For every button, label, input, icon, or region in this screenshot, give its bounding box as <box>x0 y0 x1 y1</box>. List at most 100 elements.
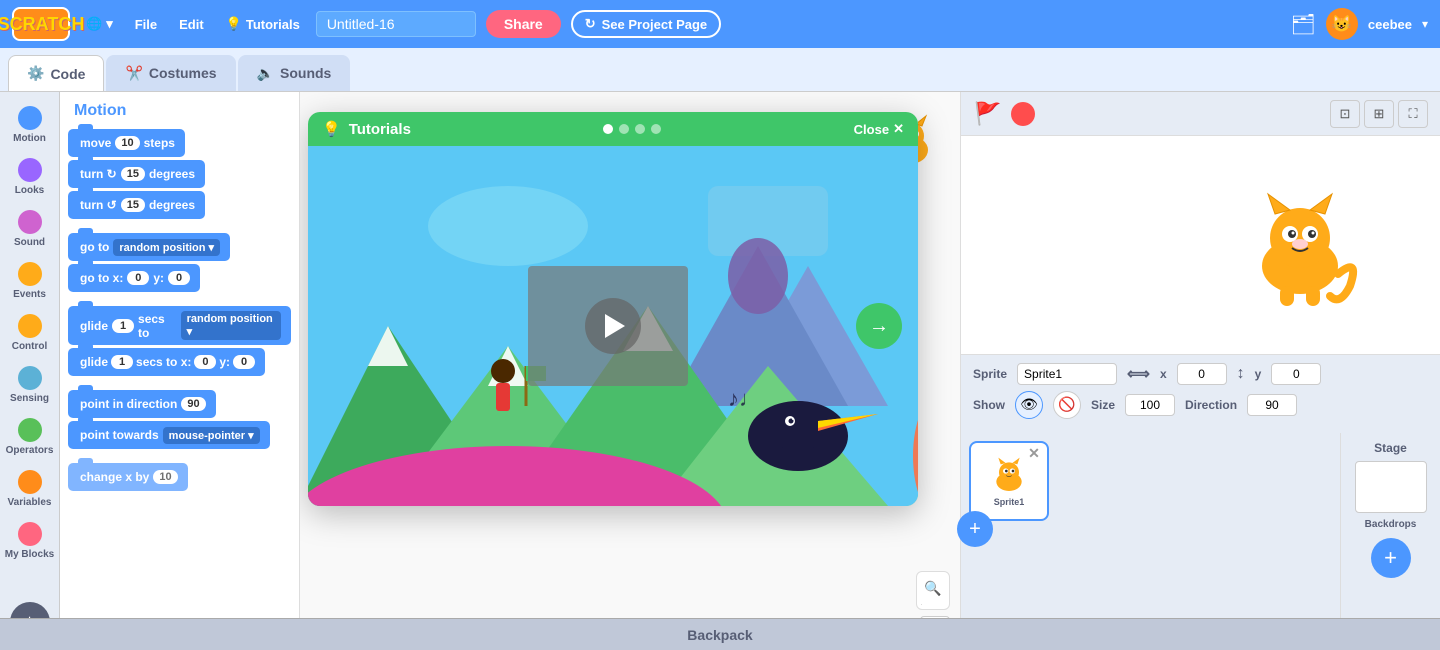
block-row-turn-ccw: turn ↺ 15 degrees <box>68 191 291 219</box>
block-row-glide-random: glide 1 secs to random position ▾ <box>68 306 291 345</box>
nav-right: 🗂 😺 ceebee ▾ <box>1290 8 1428 40</box>
tutorials-menu-button[interactable]: 💡 Tutorials <box>220 12 306 36</box>
blocks-panel-title: Motion <box>60 92 299 126</box>
globe-language-button[interactable]: 🌐 ▾ <box>80 12 119 36</box>
green-flag-button[interactable]: 🚩 <box>973 99 1003 129</box>
tab-sounds[interactable]: 🔈 Sounds <box>238 55 351 91</box>
tab-code[interactable]: ⚙️ Code <box>8 55 104 91</box>
fullscreen-button[interactable]: ⛶ <box>1398 100 1428 128</box>
backpack-bar[interactable]: Backpack <box>0 618 1440 650</box>
block-row-move: move 10 steps <box>68 129 291 157</box>
lightbulb-icon: 💡 <box>226 16 242 32</box>
costumes-tab-icon: ✂️ <box>125 65 142 82</box>
sprite-info-panel: Sprite ⟺ x ↕ y Show 👁 🚫 Size Direction <box>961 354 1440 433</box>
stage-toolbar: 🚩 ⊡ ⊞ ⛶ <box>961 92 1440 136</box>
next-arrow-icon: → <box>869 315 889 338</box>
tutorial-header: 💡 Tutorials Close ✕ <box>308 112 918 146</box>
zoom-controls: 🔍 <box>916 571 950 610</box>
block-row-glide-xy: glide 1 secs to x: 0 y: 0 <box>68 348 291 376</box>
top-nav: SCRATCH 🌐 ▾ File Edit 💡 Tutorials Share … <box>0 0 1440 48</box>
sidebar-item-myblocks[interactable]: My Blocks <box>2 516 58 566</box>
project-name-input[interactable] <box>316 11 476 37</box>
sprite-y-input[interactable] <box>1271 363 1321 385</box>
sidebar-item-motion[interactable]: Motion <box>2 100 58 150</box>
x-label: x <box>1160 367 1167 381</box>
block-row-change-x: change x by 10 <box>68 463 291 493</box>
sidebar-item-events[interactable]: Events <box>2 256 58 306</box>
sprite-thumb-image <box>989 455 1029 495</box>
user-avatar[interactable]: 😺 <box>1326 8 1358 40</box>
user-chevron-icon[interactable]: ▾ <box>1422 17 1428 31</box>
tutorial-dots <box>603 124 661 134</box>
sidebar: Motion Looks Sound Events Control Sensin… <box>0 92 60 650</box>
block-point-direction[interactable]: point in direction 90 <box>68 390 216 418</box>
goto-dropdown[interactable]: random position ▾ <box>113 239 220 256</box>
motion-dot <box>18 106 42 130</box>
refresh-icon: ↻ <box>585 16 596 32</box>
block-goto[interactable]: go to random position ▾ <box>68 233 230 261</box>
add-sprite-button[interactable]: + <box>957 511 993 547</box>
sprite-thumb-label: Sprite1 <box>994 497 1025 507</box>
sprite-info-row-2: Show 👁 🚫 Size Direction <box>973 391 1428 419</box>
sprite-delete-button[interactable]: ✕ <box>1025 445 1043 463</box>
sidebar-item-control[interactable]: Control <box>2 308 58 358</box>
sprite-x-input[interactable] <box>1177 363 1227 385</box>
share-button[interactable]: Share <box>486 10 561 38</box>
sidebar-item-variables[interactable]: Variables <box>2 464 58 514</box>
file-menu-button[interactable]: File <box>129 13 163 36</box>
small-stage-button[interactable]: ⊡ <box>1330 100 1360 128</box>
stage-sprite-cat <box>1240 186 1360 306</box>
tutorial-overlay: 💡 Tutorials Close ✕ <box>308 112 918 506</box>
point-towards-dropdown[interactable]: mouse-pointer ▾ <box>163 427 260 444</box>
tutorial-dot-1[interactable] <box>603 124 613 134</box>
sprite-name-input[interactable] <box>1017 363 1117 385</box>
block-point-towards[interactable]: point towards mouse-pointer ▾ <box>68 421 270 449</box>
see-project-button[interactable]: ↻ See Project Page <box>571 10 721 38</box>
tutorial-close-button[interactable]: Close ✕ <box>854 121 904 137</box>
tutorial-dot-2[interactable] <box>619 124 629 134</box>
block-row-goto: go to random position ▾ <box>68 233 291 261</box>
user-name-label[interactable]: ceebee <box>1368 17 1412 32</box>
block-glide-xy[interactable]: glide 1 secs to x: 0 y: 0 <box>68 348 265 376</box>
edit-menu-button[interactable]: Edit <box>173 13 210 36</box>
scratch-logo[interactable]: SCRATCH <box>12 7 70 41</box>
editor-area[interactable]: 💡 Tutorials Close ✕ <box>300 92 960 650</box>
stop-button[interactable] <box>1011 102 1035 126</box>
block-row-point-dir: point in direction 90 <box>68 390 291 418</box>
stage-backdrop-thumb[interactable] <box>1355 461 1427 513</box>
sprite-direction-input[interactable] <box>1247 394 1297 416</box>
globe-icon: 🌐 <box>86 16 102 32</box>
zoom-out-button[interactable]: 🔍 <box>921 576 945 600</box>
normal-stage-button[interactable]: ⊞ <box>1364 100 1394 128</box>
sidebar-item-sound[interactable]: Sound <box>2 204 58 254</box>
block-change-x[interactable]: change x by 10 <box>68 463 188 491</box>
tutorial-header-left: 💡 Tutorials <box>322 120 411 138</box>
block-gotoxy[interactable]: go to x: 0 y: 0 <box>68 264 200 292</box>
close-icon: ✕ <box>893 121 904 137</box>
show-visible-button[interactable]: 👁 <box>1015 391 1043 419</box>
block-turn-cw[interactable]: turn ↻ 15 degrees <box>68 160 205 188</box>
tutorial-next-button[interactable]: → <box>856 303 902 349</box>
tutorial-dot-4[interactable] <box>651 124 661 134</box>
folder-icon[interactable]: 🗂 <box>1290 12 1315 37</box>
x-arrows-icon: ⟺ <box>1127 364 1150 384</box>
stage-panel: 🚩 ⊡ ⊞ ⛶ <box>960 92 1440 650</box>
block-move[interactable]: move 10 steps <box>68 129 185 157</box>
stage-view-buttons: ⊡ ⊞ ⛶ <box>1330 100 1428 128</box>
tab-costumes[interactable]: ✂️ Costumes <box>106 55 235 91</box>
size-label: Size <box>1091 398 1115 412</box>
add-backdrop-button[interactable]: + <box>1371 538 1411 578</box>
glide-random-dropdown[interactable]: random position ▾ <box>181 311 281 340</box>
tutorial-dot-3[interactable] <box>635 124 645 134</box>
y-label: y <box>1255 367 1262 381</box>
sprite-thumb-sprite1[interactable]: ✕ Sprite1 <box>969 441 1049 521</box>
sidebar-item-sensing[interactable]: Sensing <box>2 360 58 410</box>
video-play-button[interactable] <box>585 298 641 354</box>
sidebar-item-looks[interactable]: Looks <box>2 152 58 202</box>
block-glide-random[interactable]: glide 1 secs to random position ▾ <box>68 306 291 345</box>
block-turn-ccw[interactable]: turn ↺ 15 degrees <box>68 191 205 219</box>
tutorial-lightbulb-icon: 💡 <box>322 120 341 138</box>
sidebar-item-operators[interactable]: Operators <box>2 412 58 462</box>
show-hidden-button[interactable]: 🚫 <box>1053 391 1081 419</box>
sprite-size-input[interactable] <box>1125 394 1175 416</box>
